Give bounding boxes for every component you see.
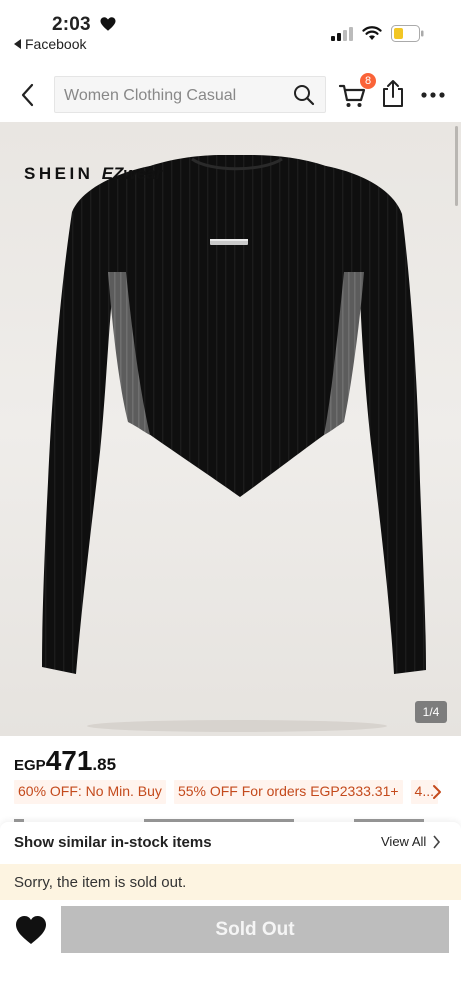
sub-brand-name: EZwear xyxy=(101,164,163,183)
cart-count-badge: 8 xyxy=(360,73,376,89)
chevron-right-icon[interactable] xyxy=(430,784,444,800)
more-icon[interactable] xyxy=(420,85,446,105)
search-input[interactable]: Women Clothing Casual xyxy=(54,76,326,113)
back-triangle-icon xyxy=(14,39,21,49)
similar-items-bar[interactable]: Show similar in-stock items View All xyxy=(0,822,461,864)
view-all-label: View All xyxy=(381,834,427,849)
back-app-label: Facebook xyxy=(25,36,87,52)
price-integer: 471 xyxy=(45,745,93,776)
sold-out-notice: Sorry, the item is sold out. xyxy=(0,864,461,900)
battery-icon xyxy=(391,25,424,42)
search-icon[interactable] xyxy=(293,84,315,106)
price-decimal: .85 xyxy=(92,755,117,774)
bottom-action-bar: Sold Out xyxy=(0,900,461,1000)
price: EGP 471 .85 xyxy=(14,745,116,777)
product-image[interactable]: SHEIN EZwear 1/4 xyxy=(0,122,461,736)
brand-name: SHEIN xyxy=(24,164,94,183)
signal-icon xyxy=(331,27,353,41)
promotions-row[interactable]: 60% OFF: No Min. Buy 55% OFF For orders … xyxy=(14,780,461,804)
price-currency: EGP xyxy=(14,757,46,774)
similar-items-title: Show similar in-stock items xyxy=(14,834,212,851)
promo-tag[interactable]: 55% OFF For orders EGP2333.31+ xyxy=(173,780,403,804)
status-time: 2:03 xyxy=(52,14,91,35)
back-chevron-icon[interactable] xyxy=(14,80,44,110)
image-counter: 1/4 xyxy=(415,701,447,723)
back-to-app-link[interactable]: Facebook xyxy=(14,36,86,52)
promo-tag[interactable]: 60% OFF: No Min. Buy xyxy=(14,780,166,804)
search-placeholder: Women Clothing Casual xyxy=(64,87,237,104)
wifi-icon xyxy=(362,26,382,40)
top-nav: Women Clothing Casual 8 xyxy=(0,68,461,122)
sold-out-notice-text: Sorry, the item is sold out. xyxy=(14,874,187,891)
share-icon[interactable] xyxy=(380,78,406,108)
image-scrollbar[interactable] xyxy=(455,126,458,206)
view-all-link[interactable]: View All xyxy=(381,834,441,849)
status-bar: 2:03 Facebook xyxy=(0,0,461,58)
product-photo-top xyxy=(42,155,426,732)
sold-out-button[interactable]: Sold Out xyxy=(61,906,449,953)
wishlist-heart-icon[interactable] xyxy=(14,914,48,946)
heart-icon xyxy=(100,17,116,31)
brand-logo: SHEIN EZwear xyxy=(24,164,162,184)
chevron-right-icon xyxy=(433,834,441,849)
